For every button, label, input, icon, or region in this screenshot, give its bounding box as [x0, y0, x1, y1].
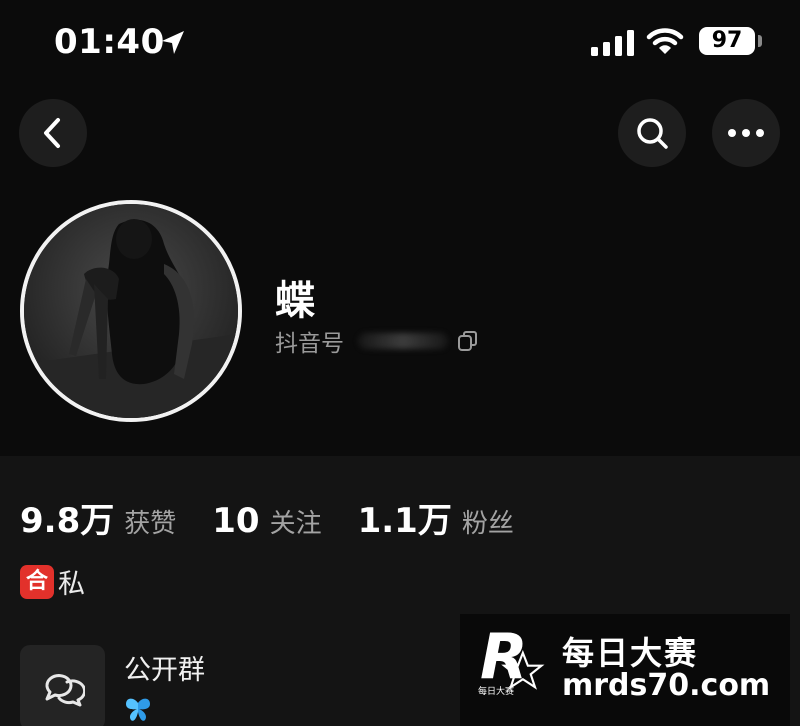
avatar-image — [24, 204, 238, 418]
location-arrow-icon — [162, 31, 184, 54]
stat-followers[interactable]: 1.1万 粉丝 — [358, 493, 514, 542]
battery-indicator: 97 — [699, 27, 755, 55]
group-chat-icon-card[interactable] — [20, 645, 105, 726]
stat-following-value: 10 — [212, 501, 260, 541]
search-icon — [637, 118, 668, 149]
douyin-id-row: 抖音号 — [275, 326, 480, 357]
douyin-id-label: 抖音号 — [275, 331, 344, 357]
stat-likes[interactable]: 9.8万 获赞 — [20, 493, 176, 542]
chat-bubbles-icon — [44, 673, 85, 706]
avatar[interactable] — [20, 200, 242, 422]
chevron-left-icon — [44, 118, 60, 148]
cellular-signal-icon — [591, 30, 634, 56]
ellipsis-icon — [728, 129, 764, 137]
wifi-icon — [646, 28, 684, 54]
watermark-url: mrds70.com — [562, 668, 771, 703]
battery-cap — [758, 35, 762, 47]
stat-likes-label: 获赞 — [124, 509, 177, 539]
douyin-id-redacted — [358, 333, 448, 349]
copy-icon[interactable] — [456, 329, 480, 353]
search-button[interactable] — [618, 99, 686, 167]
stat-followers-value: 1.1万 — [357, 501, 452, 541]
more-options-button[interactable] — [712, 99, 780, 167]
tag-text: 私 — [58, 569, 85, 600]
watermark-logo-letter: R — [480, 620, 528, 693]
stat-followers-label: 粉丝 — [461, 509, 514, 539]
butterfly-icon — [126, 698, 150, 721]
stat-following-label: 关注 — [269, 509, 322, 539]
tag-badge: 合 — [20, 564, 54, 599]
back-button[interactable] — [19, 99, 87, 167]
watermark-logo-small: 每日大赛 — [478, 687, 515, 697]
status-bar: 01:40 97 — [0, 0, 800, 84]
group-title[interactable]: 公开群 — [124, 648, 205, 687]
nickname: 蝶 — [275, 278, 315, 324]
stat-following[interactable]: 10 关注 — [212, 501, 321, 541]
status-time: 01:40 — [54, 22, 165, 62]
stats-row: 9.8万 获赞 10 关注 1.1万 粉丝 — [20, 493, 550, 541]
stat-likes-value: 9.8万 — [20, 501, 115, 541]
tag-row: 合 私 — [20, 562, 85, 601]
